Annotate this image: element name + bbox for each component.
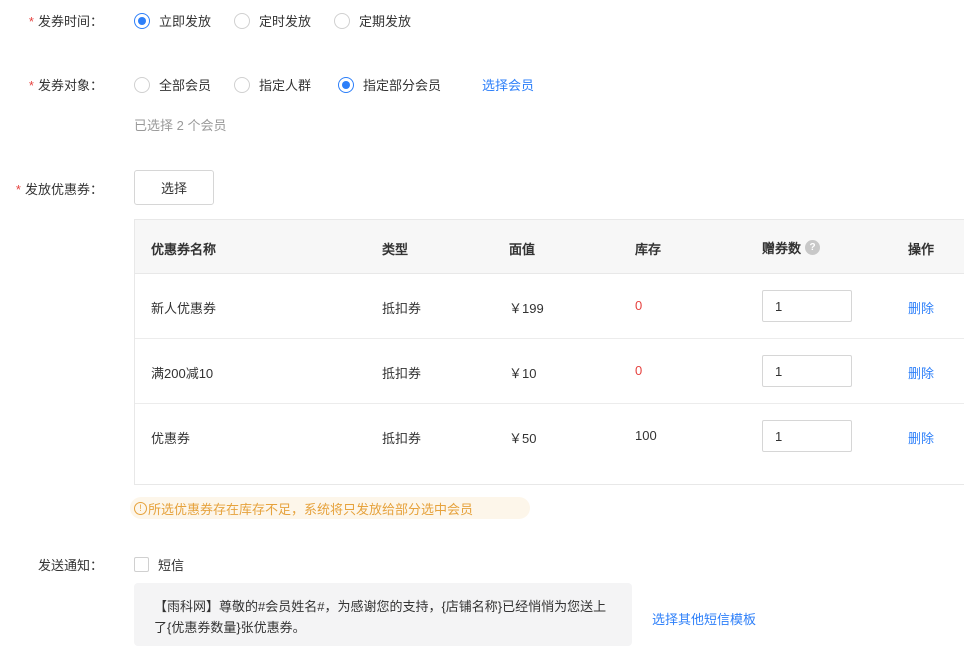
gift-count-input[interactable] xyxy=(762,420,852,452)
table-row: 新人优惠券 抵扣券 ￥199 0 删除 xyxy=(135,274,964,339)
radio-dot xyxy=(234,12,250,29)
required-mark: * xyxy=(15,182,21,197)
coupon-value: ￥50 xyxy=(509,431,537,446)
radio-specified-members[interactable]: 指定部分会员 xyxy=(338,75,441,94)
gift-count-input[interactable] xyxy=(762,355,852,387)
table-header: 优惠券名称 类型 面值 库存 赠券数? 操作 xyxy=(135,220,964,274)
coupon-type: 抵扣券 xyxy=(382,431,422,446)
notify-label: 发送通知： xyxy=(37,558,103,573)
table-row: 优惠券 抵扣券 ￥50 100 删除 xyxy=(135,404,964,469)
send-time-label: * 发券时间： xyxy=(28,14,103,29)
coupon-name: 优惠券 xyxy=(151,431,191,446)
required-mark: * xyxy=(28,14,34,29)
col-gift-count: 赠券数? xyxy=(762,238,821,257)
col-coupon-name: 优惠券名称 xyxy=(151,242,217,257)
checkbox-box xyxy=(134,557,149,572)
coupon-type: 抵扣券 xyxy=(382,301,422,316)
radio-all-members[interactable]: 全部会员 xyxy=(134,75,211,94)
select-members-link[interactable]: 选择会员 xyxy=(482,75,534,94)
warning-icon: ! xyxy=(134,501,147,515)
coupons-label: * 发放优惠券： xyxy=(15,182,103,197)
warning-text: 所选优惠券存在库存不足，系统将只发放给部分选中会员 xyxy=(148,501,474,517)
col-action: 操作 xyxy=(908,242,935,257)
radio-dot xyxy=(334,12,350,29)
coupon-stock: 100 xyxy=(635,428,657,443)
radio-send-immediately[interactable]: 立即发放 xyxy=(134,11,211,30)
delete-link[interactable]: 删除 xyxy=(908,298,934,317)
radio-send-scheduled[interactable]: 定时发放 xyxy=(234,11,311,30)
other-template-link[interactable]: 选择其他短信模板 xyxy=(652,609,756,628)
stock-warning: ! 所选优惠券存在库存不足，系统将只发放给部分选中会员 xyxy=(130,497,530,519)
target-label: * 发券对象： xyxy=(28,78,103,93)
help-icon[interactable]: ? xyxy=(805,240,821,255)
coupon-type: 抵扣券 xyxy=(382,366,422,381)
sms-template-preview: 【雨科网】尊敬的#会员姓名#，为感谢您的支持，{店铺名称}已经悄悄为您送上了{优… xyxy=(134,583,632,646)
coupon-stock: 0 xyxy=(635,363,643,378)
radio-dot xyxy=(338,76,354,93)
required-mark: * xyxy=(28,78,34,93)
radio-specified-crowd[interactable]: 指定人群 xyxy=(234,75,311,94)
col-face-value: 面值 xyxy=(509,242,536,257)
coupon-name: 满200减10 xyxy=(151,366,214,381)
coupon-value: ￥199 xyxy=(509,301,544,316)
coupon-value: ￥10 xyxy=(509,366,537,381)
delete-link[interactable]: 删除 xyxy=(908,428,934,447)
coupon-table: 优惠券名称 类型 面值 库存 赠券数? 操作 新人优惠券 抵扣券 ￥199 0 … xyxy=(134,219,964,485)
sms-label: 短信 xyxy=(158,558,185,573)
radio-dot xyxy=(134,76,150,93)
radio-dot xyxy=(134,12,150,29)
coupon-stock: 0 xyxy=(635,298,643,313)
delete-link[interactable]: 删除 xyxy=(908,363,934,382)
radio-dot xyxy=(234,76,250,93)
col-stock: 库存 xyxy=(635,242,662,257)
gift-count-input[interactable] xyxy=(762,290,852,322)
coupon-name: 新人优惠券 xyxy=(151,301,217,316)
radio-send-periodic[interactable]: 定期发放 xyxy=(334,11,411,30)
selected-members-hint: 已选择 2 个会员 xyxy=(134,118,227,133)
select-coupon-button[interactable]: 选择 xyxy=(134,170,214,205)
table-row: 满200减10 抵扣券 ￥10 0 删除 xyxy=(135,339,964,404)
sms-checkbox[interactable]: 短信 xyxy=(134,555,184,574)
col-type: 类型 xyxy=(382,242,409,257)
